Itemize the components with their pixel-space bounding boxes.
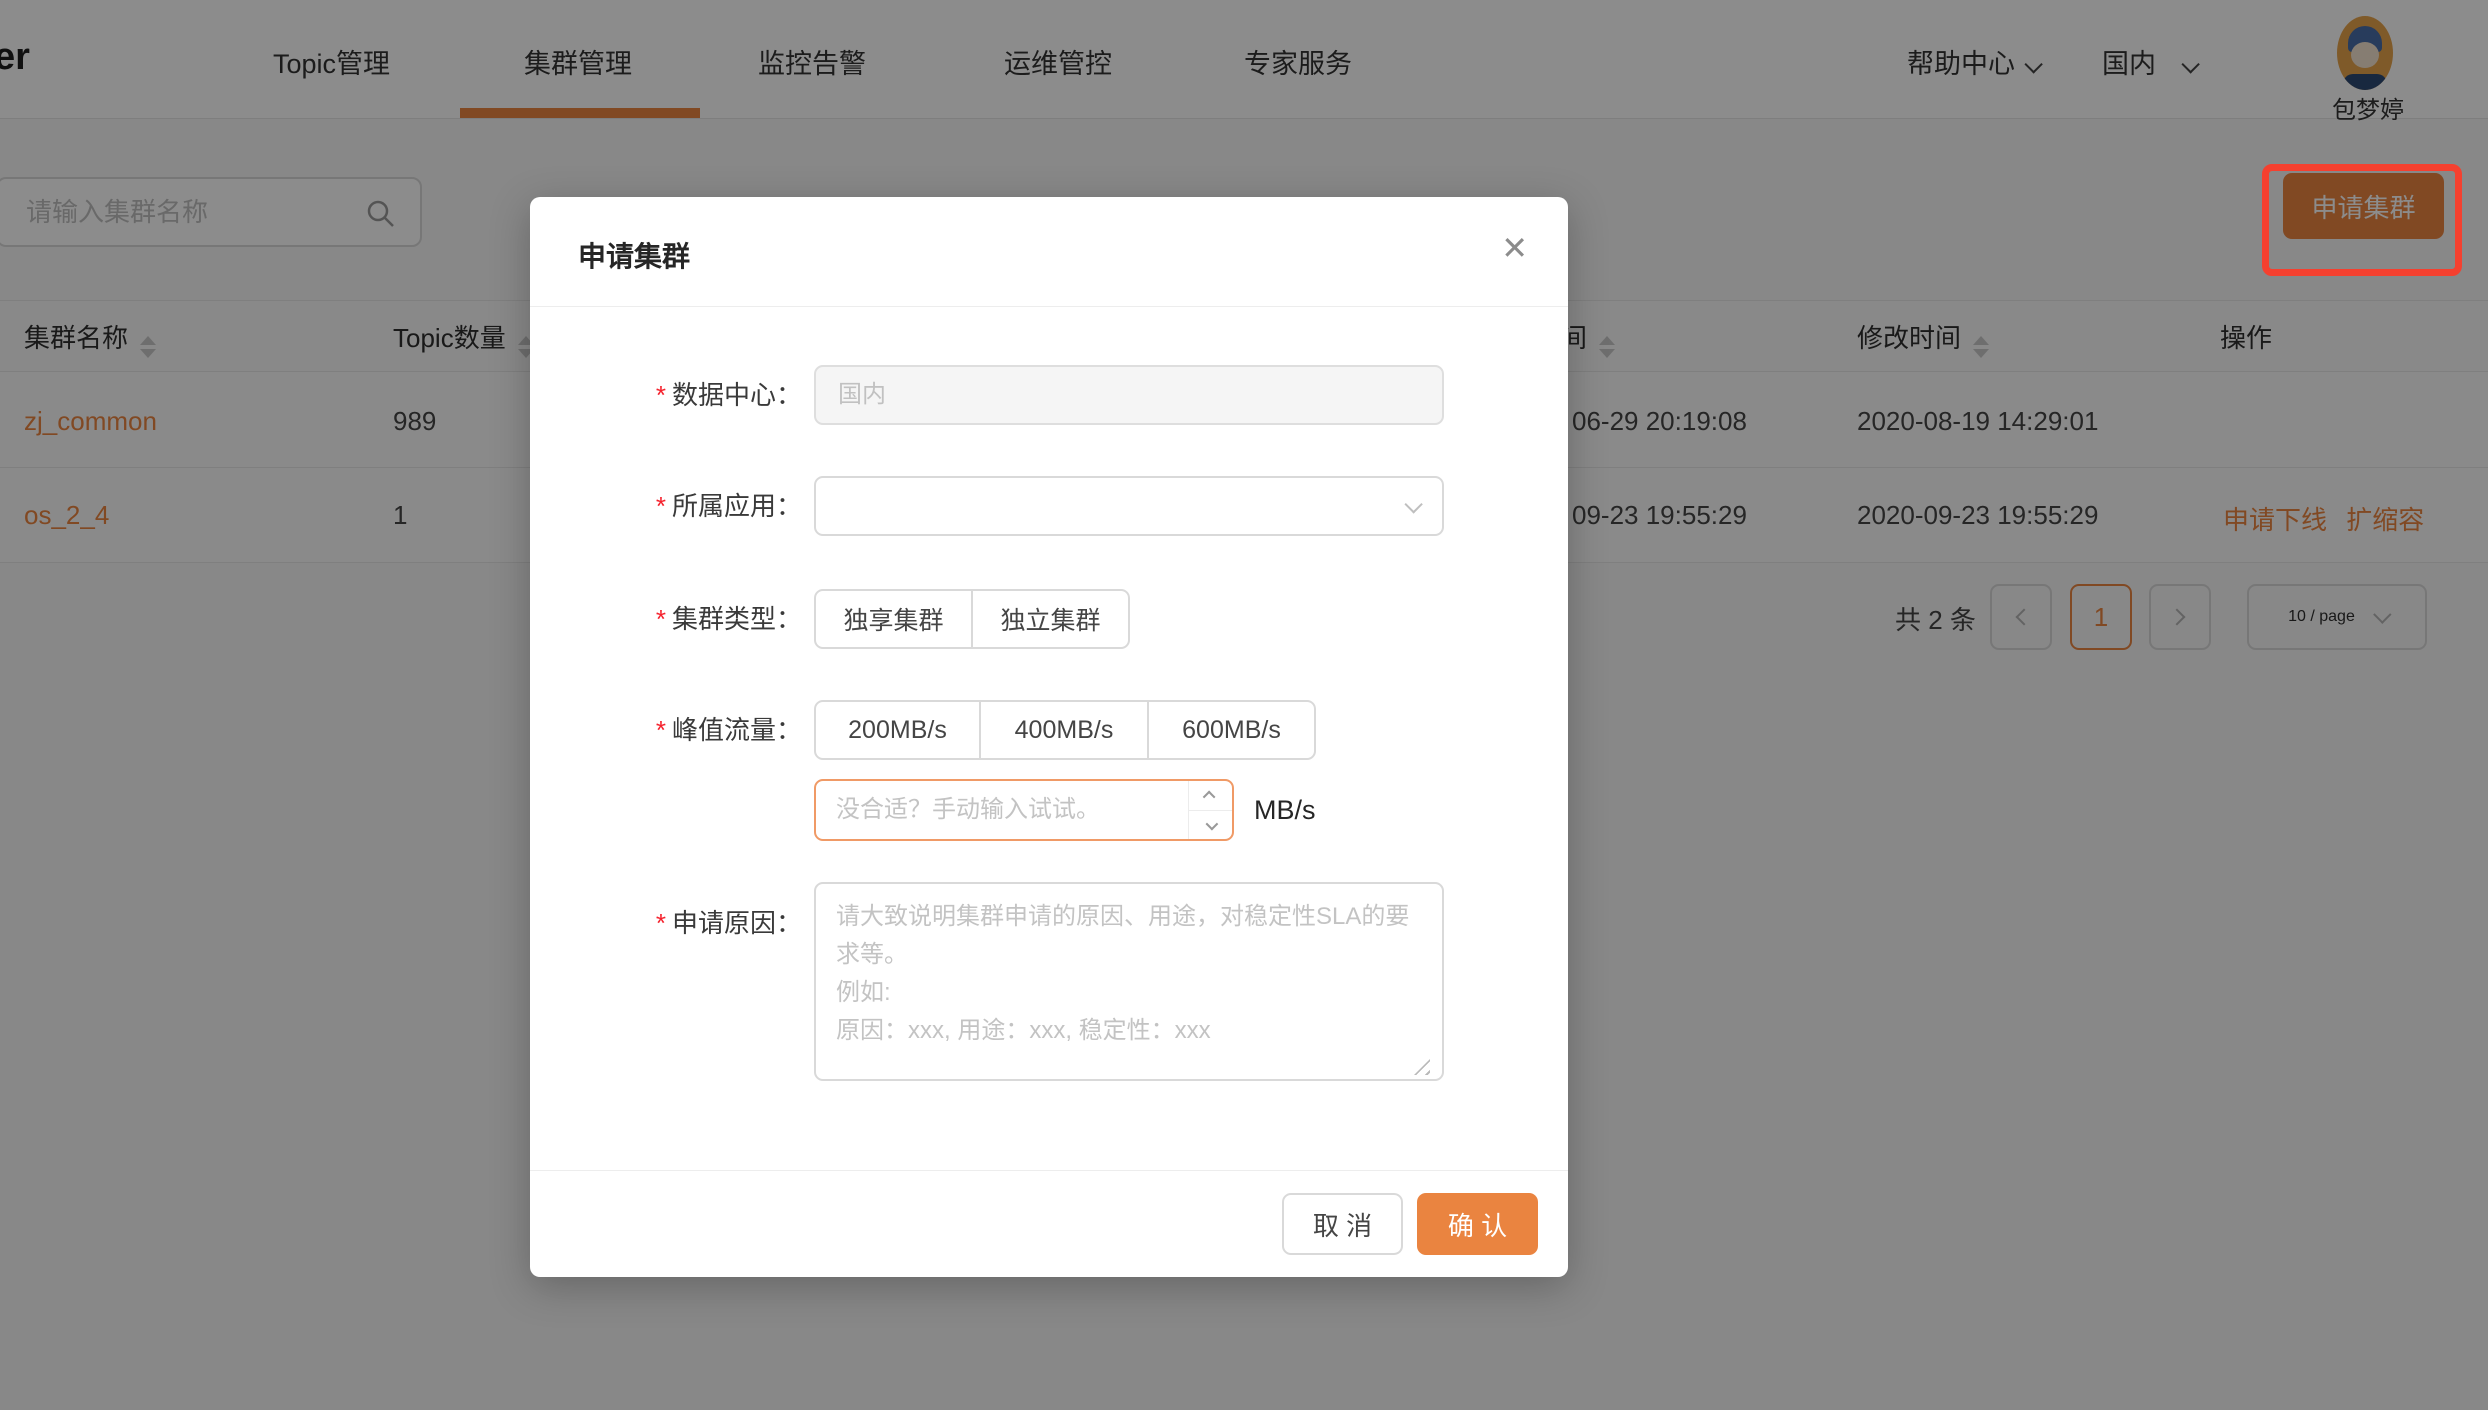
- required-asterisk: *: [655, 380, 666, 410]
- app-label: * 所属应用：: [655, 491, 802, 521]
- required-asterisk: *: [655, 908, 666, 938]
- required-asterisk: *: [655, 715, 666, 745]
- cluster-type-label: * 集群类型：: [655, 604, 802, 634]
- traffic-option-400[interactable]: 400MB/s: [979, 700, 1149, 760]
- required-asterisk: *: [655, 604, 666, 634]
- peak-traffic-label: * 峰值流量：: [655, 715, 802, 745]
- custom-traffic-field: [814, 779, 1234, 841]
- reason-textarea[interactable]: [814, 882, 1444, 1081]
- stepper-down-button[interactable]: [1189, 810, 1232, 839]
- cancel-button[interactable]: 取 消: [1282, 1193, 1403, 1255]
- chevron-down-icon: [1404, 495, 1423, 514]
- traffic-option-600[interactable]: 600MB/s: [1147, 700, 1316, 760]
- chevron-up-icon: [1202, 790, 1216, 804]
- app-select[interactable]: [814, 476, 1444, 536]
- modal-title: 申请集群: [578, 241, 691, 272]
- stepper-up-button[interactable]: [1189, 781, 1232, 810]
- type-option-exclusive[interactable]: 独享集群: [814, 589, 973, 649]
- traffic-option-200[interactable]: 200MB/s: [814, 700, 981, 760]
- type-option-independent[interactable]: 独立集群: [971, 589, 1130, 649]
- annotation-highlight-box: [2262, 164, 2462, 276]
- close-icon[interactable]: ✕: [1501, 229, 1528, 267]
- required-asterisk: *: [655, 491, 666, 521]
- reason-label: * 申请原因：: [655, 908, 802, 938]
- custom-traffic-input[interactable]: [816, 781, 1232, 839]
- confirm-button[interactable]: 确 认: [1417, 1193, 1538, 1255]
- apply-cluster-modal: 申请集群 ✕ * 数据中心： 国内 * 所属应用： * 集群类型： 独享集群 独立集群…: [530, 197, 1568, 1277]
- app-screen: er Topic管理 集群管理 监控告警 运维管控 专家服务 帮助中心 国内 包…: [0, 0, 2488, 1410]
- data-center-label: * 数据中心：: [655, 380, 802, 410]
- chevron-down-icon: [1205, 817, 1219, 830]
- traffic-unit-label: MB/s: [1254, 795, 1316, 825]
- number-stepper: [1188, 781, 1232, 839]
- data-center-input: 国内: [814, 365, 1444, 425]
